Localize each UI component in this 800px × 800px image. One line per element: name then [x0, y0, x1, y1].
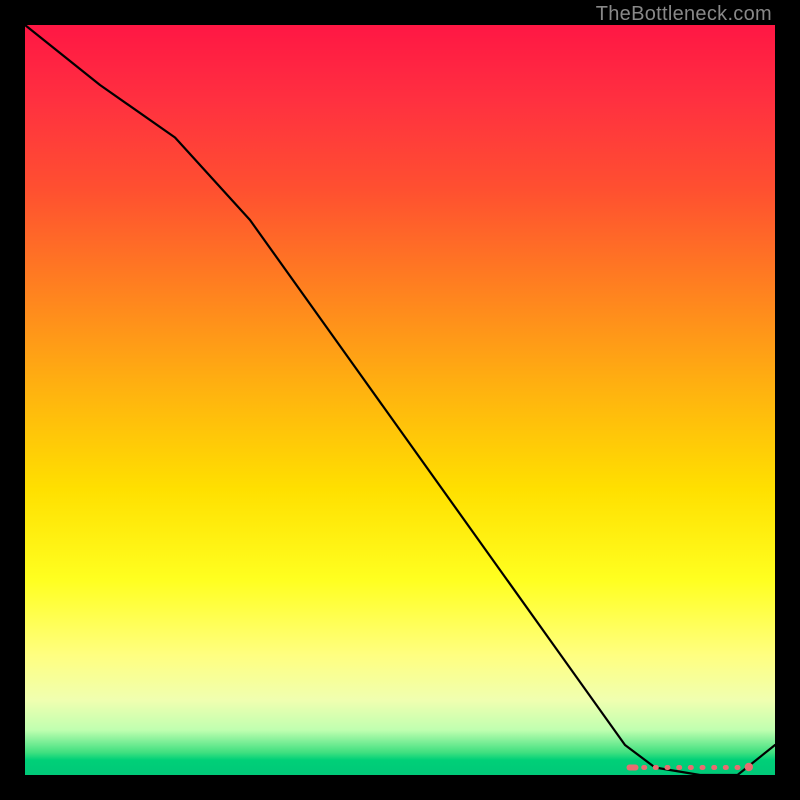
curve-line	[25, 25, 775, 775]
chart-svg	[25, 25, 775, 775]
watermark-text: TheBottleneck.com	[596, 3, 772, 26]
flat-segment-markers	[627, 763, 754, 771]
chart-frame: TheBottleneck.com	[0, 0, 800, 800]
